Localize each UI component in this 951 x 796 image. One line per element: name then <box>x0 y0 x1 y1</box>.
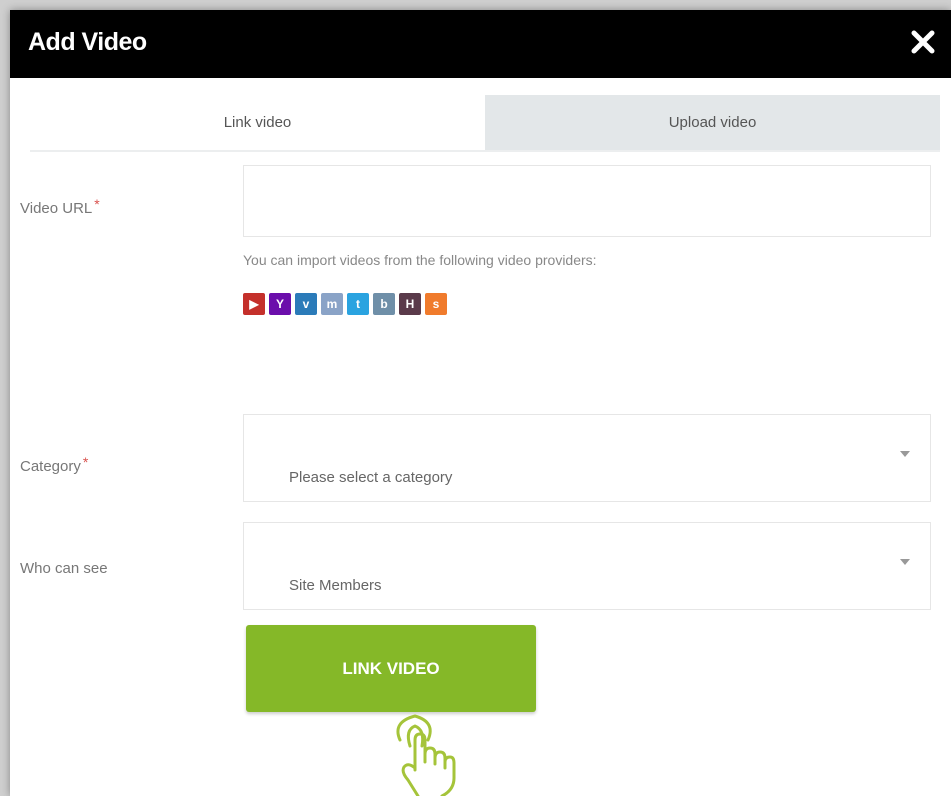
who-can-see-label: Who can see <box>20 560 108 577</box>
video-url-label-text: Video URL <box>20 200 93 217</box>
required-mark: * <box>94 196 100 212</box>
category-select[interactable]: Please select a category <box>243 414 931 502</box>
tab-link-video[interactable]: Link video <box>30 95 485 150</box>
chevron-down-icon <box>900 559 910 565</box>
providers-help-text: You can import videos from the following… <box>243 252 597 268</box>
yahoo-icon: Y <box>269 293 291 315</box>
category-label: Category * <box>20 454 88 475</box>
video-source-tabs: Link video Upload video <box>30 95 940 152</box>
video-url-label: Video URL * <box>20 196 100 217</box>
dialog-title: Add Video <box>28 28 147 56</box>
provider-icon: b <box>373 293 395 315</box>
provider-icon: H <box>399 293 421 315</box>
youtube-icon: ▶ <box>243 293 265 315</box>
video-url-input[interactable] <box>243 165 931 237</box>
dialog-header: Add Video <box>10 10 951 78</box>
hand-pointer-icon <box>396 714 456 796</box>
close-icon <box>911 30 935 54</box>
chevron-down-icon <box>900 451 910 457</box>
video-providers-list: ▶ Yv m t b Hs <box>243 293 447 315</box>
myspace-icon: m <box>321 293 343 315</box>
privacy-select[interactable]: Site Members <box>243 522 931 610</box>
who-can-see-label-text: Who can see <box>20 560 108 577</box>
link-video-button[interactable]: LINK VIDEO <box>246 625 536 712</box>
soundcloud-icon: s <box>425 293 447 315</box>
category-selected-value: Please select a category <box>289 469 453 486</box>
twitter-icon: t <box>347 293 369 315</box>
close-button[interactable] <box>907 26 939 58</box>
privacy-selected-value: Site Members <box>289 577 382 594</box>
category-label-text: Category <box>20 458 81 475</box>
tab-upload-video[interactable]: Upload video <box>485 95 940 150</box>
required-mark: * <box>82 454 89 470</box>
vimeo-icon: v <box>295 293 317 315</box>
